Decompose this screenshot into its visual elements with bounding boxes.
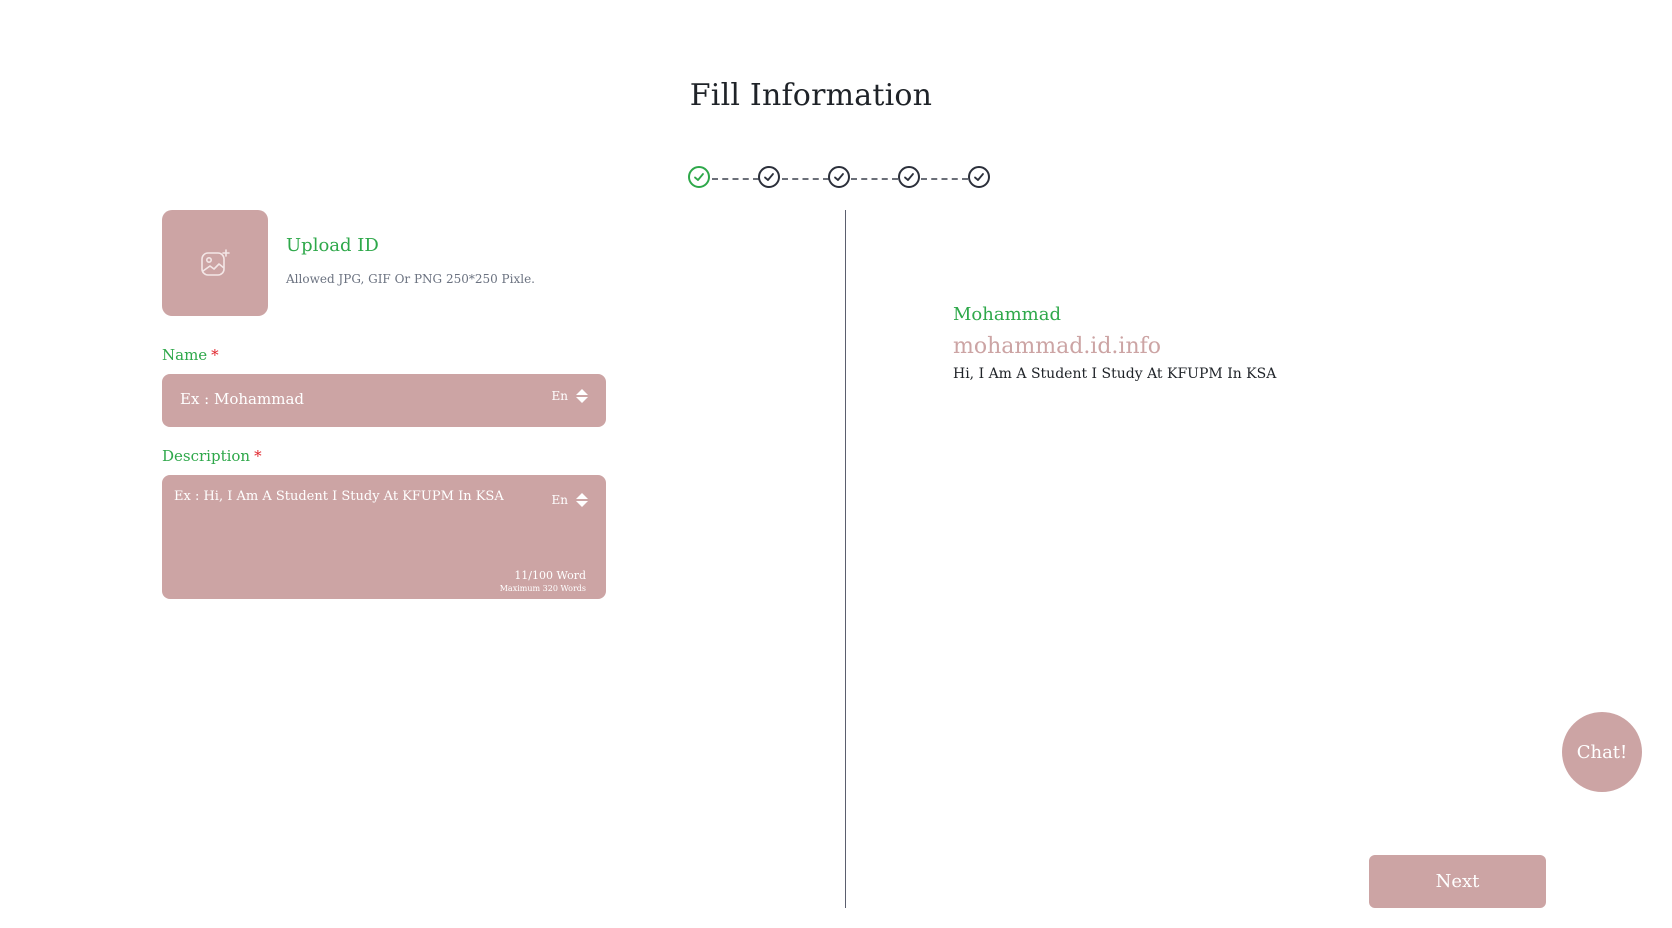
name-language-select[interactable]: En — [551, 389, 588, 403]
chat-button[interactable]: Chat! — [1562, 712, 1642, 792]
word-count: 11/100 Word — [514, 569, 586, 582]
preview-description: Hi, I Am A Student I Study At KFUPM In K… — [953, 366, 1277, 382]
word-counter: 11/100 Word Maximum 320 Words — [500, 569, 586, 593]
step-3-check-icon[interactable] — [828, 166, 850, 188]
max-words: Maximum 320 Words — [499, 584, 586, 593]
page-title: Fill Information — [689, 78, 933, 113]
upload-id-title: Upload ID — [286, 235, 379, 256]
step-2-check-icon[interactable] — [758, 166, 780, 188]
step-connector — [782, 178, 829, 180]
vertical-divider — [845, 210, 846, 908]
sort-arrows-icon — [576, 389, 588, 403]
step-connector — [851, 178, 898, 180]
step-4-check-icon[interactable] — [898, 166, 920, 188]
description-label-text: Description — [162, 447, 251, 465]
description-textarea-placeholder: Ex : Hi, I Am A Student I Study At KFUPM… — [174, 489, 504, 504]
image-upload-icon — [201, 249, 230, 276]
progress-stepper — [688, 166, 1000, 192]
description-label: Description * — [162, 447, 262, 465]
step-connector — [921, 178, 968, 180]
preview-link[interactable]: mohammad.id.info — [953, 334, 1161, 359]
upload-id-button[interactable] — [162, 210, 268, 316]
required-mark: * — [254, 447, 262, 465]
description-textarea[interactable]: Ex : Hi, I Am A Student I Study At KFUPM… — [162, 475, 606, 599]
sort-arrows-icon — [576, 493, 588, 507]
fill-information-page: Fill Information Upload ID Allowed JPG, … — [0, 0, 1672, 928]
upload-id-hint: Allowed JPG, GIF Or PNG 250*250 Pixle. — [286, 272, 535, 286]
preview-name: Mohammad — [953, 304, 1061, 325]
name-language-value: En — [551, 389, 569, 403]
name-input-placeholder: Ex : Mohammad — [180, 390, 304, 408]
step-5-check-icon[interactable] — [968, 166, 990, 188]
name-input[interactable]: Ex : Mohammad En — [162, 374, 606, 427]
required-mark: * — [211, 346, 219, 364]
name-label: Name * — [162, 346, 219, 364]
next-button[interactable]: Next — [1369, 855, 1546, 908]
step-connector — [712, 178, 759, 180]
description-language-select[interactable]: En — [551, 493, 588, 507]
description-language-value: En — [551, 493, 569, 507]
step-1-check-icon[interactable] — [688, 166, 710, 188]
name-label-text: Name — [162, 346, 208, 364]
